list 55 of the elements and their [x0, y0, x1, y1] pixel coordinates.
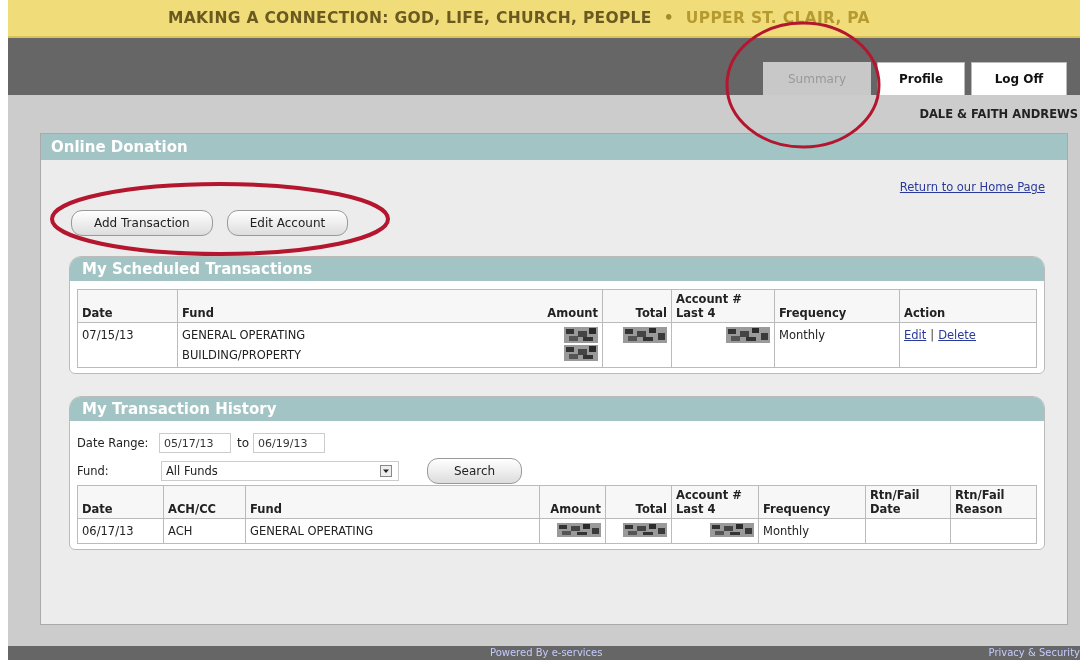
column-header: Account # Last 4	[671, 485, 759, 519]
panel-header: Online Donation	[41, 134, 1067, 160]
search-button[interactable]: Search	[427, 458, 523, 484]
table-cell-text: 07/15/13	[82, 327, 135, 344]
column-header: Frequency	[758, 485, 866, 519]
table-cell-text: Monthly	[779, 327, 827, 344]
action-button[interactable]: Edit Account	[226, 210, 349, 236]
field-label: Date Range:	[77, 436, 150, 450]
table-link[interactable]: Edit	[904, 328, 927, 342]
field-label: to	[237, 436, 250, 450]
footer-link[interactable]: Powered By e-services	[490, 647, 603, 658]
fund-dropdown[interactable]: All Funds	[161, 461, 399, 481]
table-cell-text: GENERAL OPERATING	[182, 327, 307, 344]
table-cell-text: Monthly	[763, 523, 811, 540]
table-link[interactable]: Delete	[938, 328, 976, 342]
footer-link[interactable]: Privacy & Security	[988, 647, 1080, 658]
column-header: Action	[899, 289, 1037, 323]
section-header: My Scheduled Transactions	[70, 257, 1044, 281]
column-header: Date	[77, 289, 178, 323]
column-header: Fund	[245, 485, 540, 519]
column-header: Rtn/Fail Date	[865, 485, 951, 519]
table-cell-text: BUILDING/PROPERTY	[182, 347, 303, 364]
section-header: My Transaction History	[70, 397, 1044, 421]
column-header: Rtn/Fail Reason	[950, 485, 1037, 519]
nav-tab[interactable]: Log Off	[971, 62, 1067, 95]
link-separator: |	[930, 328, 935, 342]
column-header: Frequency	[774, 289, 900, 323]
column-header: Account # Last 4	[671, 289, 775, 323]
redacted-value	[564, 345, 598, 361]
nav-tab[interactable]: Profile	[877, 62, 965, 95]
separator-dot: •	[663, 9, 674, 27]
banner-location: UPPER ST. CLAIR, PA	[685, 9, 870, 27]
redacted-value	[710, 523, 754, 537]
column-header: Amount	[542, 289, 603, 323]
column-header: ACH/CC	[163, 485, 246, 519]
redacted-value	[564, 327, 598, 343]
action-button[interactable]: Add Transaction	[71, 210, 213, 236]
table-cell-text: ACH	[168, 523, 194, 540]
date-from-field[interactable]: 05/17/13	[159, 433, 231, 453]
redacted-value	[726, 327, 770, 343]
column-header: Total	[605, 485, 672, 519]
user-name: DALE & FAITH ANDREWS	[919, 107, 1078, 121]
redacted-value	[557, 523, 601, 537]
banner-tagline: MAKING A CONNECTION: GOD, LIFE, CHURCH, PEOPLE	[168, 9, 652, 27]
column-header: Amount	[539, 485, 606, 519]
column-header: Total	[602, 289, 672, 323]
date-to-field[interactable]: 06/19/13	[253, 433, 326, 453]
table-cell-text: GENERAL OPERATING	[250, 523, 375, 540]
redacted-value	[623, 523, 667, 537]
table-cell-text: 06/17/13	[82, 523, 135, 540]
home-link[interactable]: Return to our Home Page	[899, 180, 1045, 194]
column-header: Fund	[177, 289, 543, 323]
column-header: Date	[77, 485, 164, 519]
field-label: Fund:	[77, 464, 110, 478]
redacted-value	[623, 327, 667, 343]
